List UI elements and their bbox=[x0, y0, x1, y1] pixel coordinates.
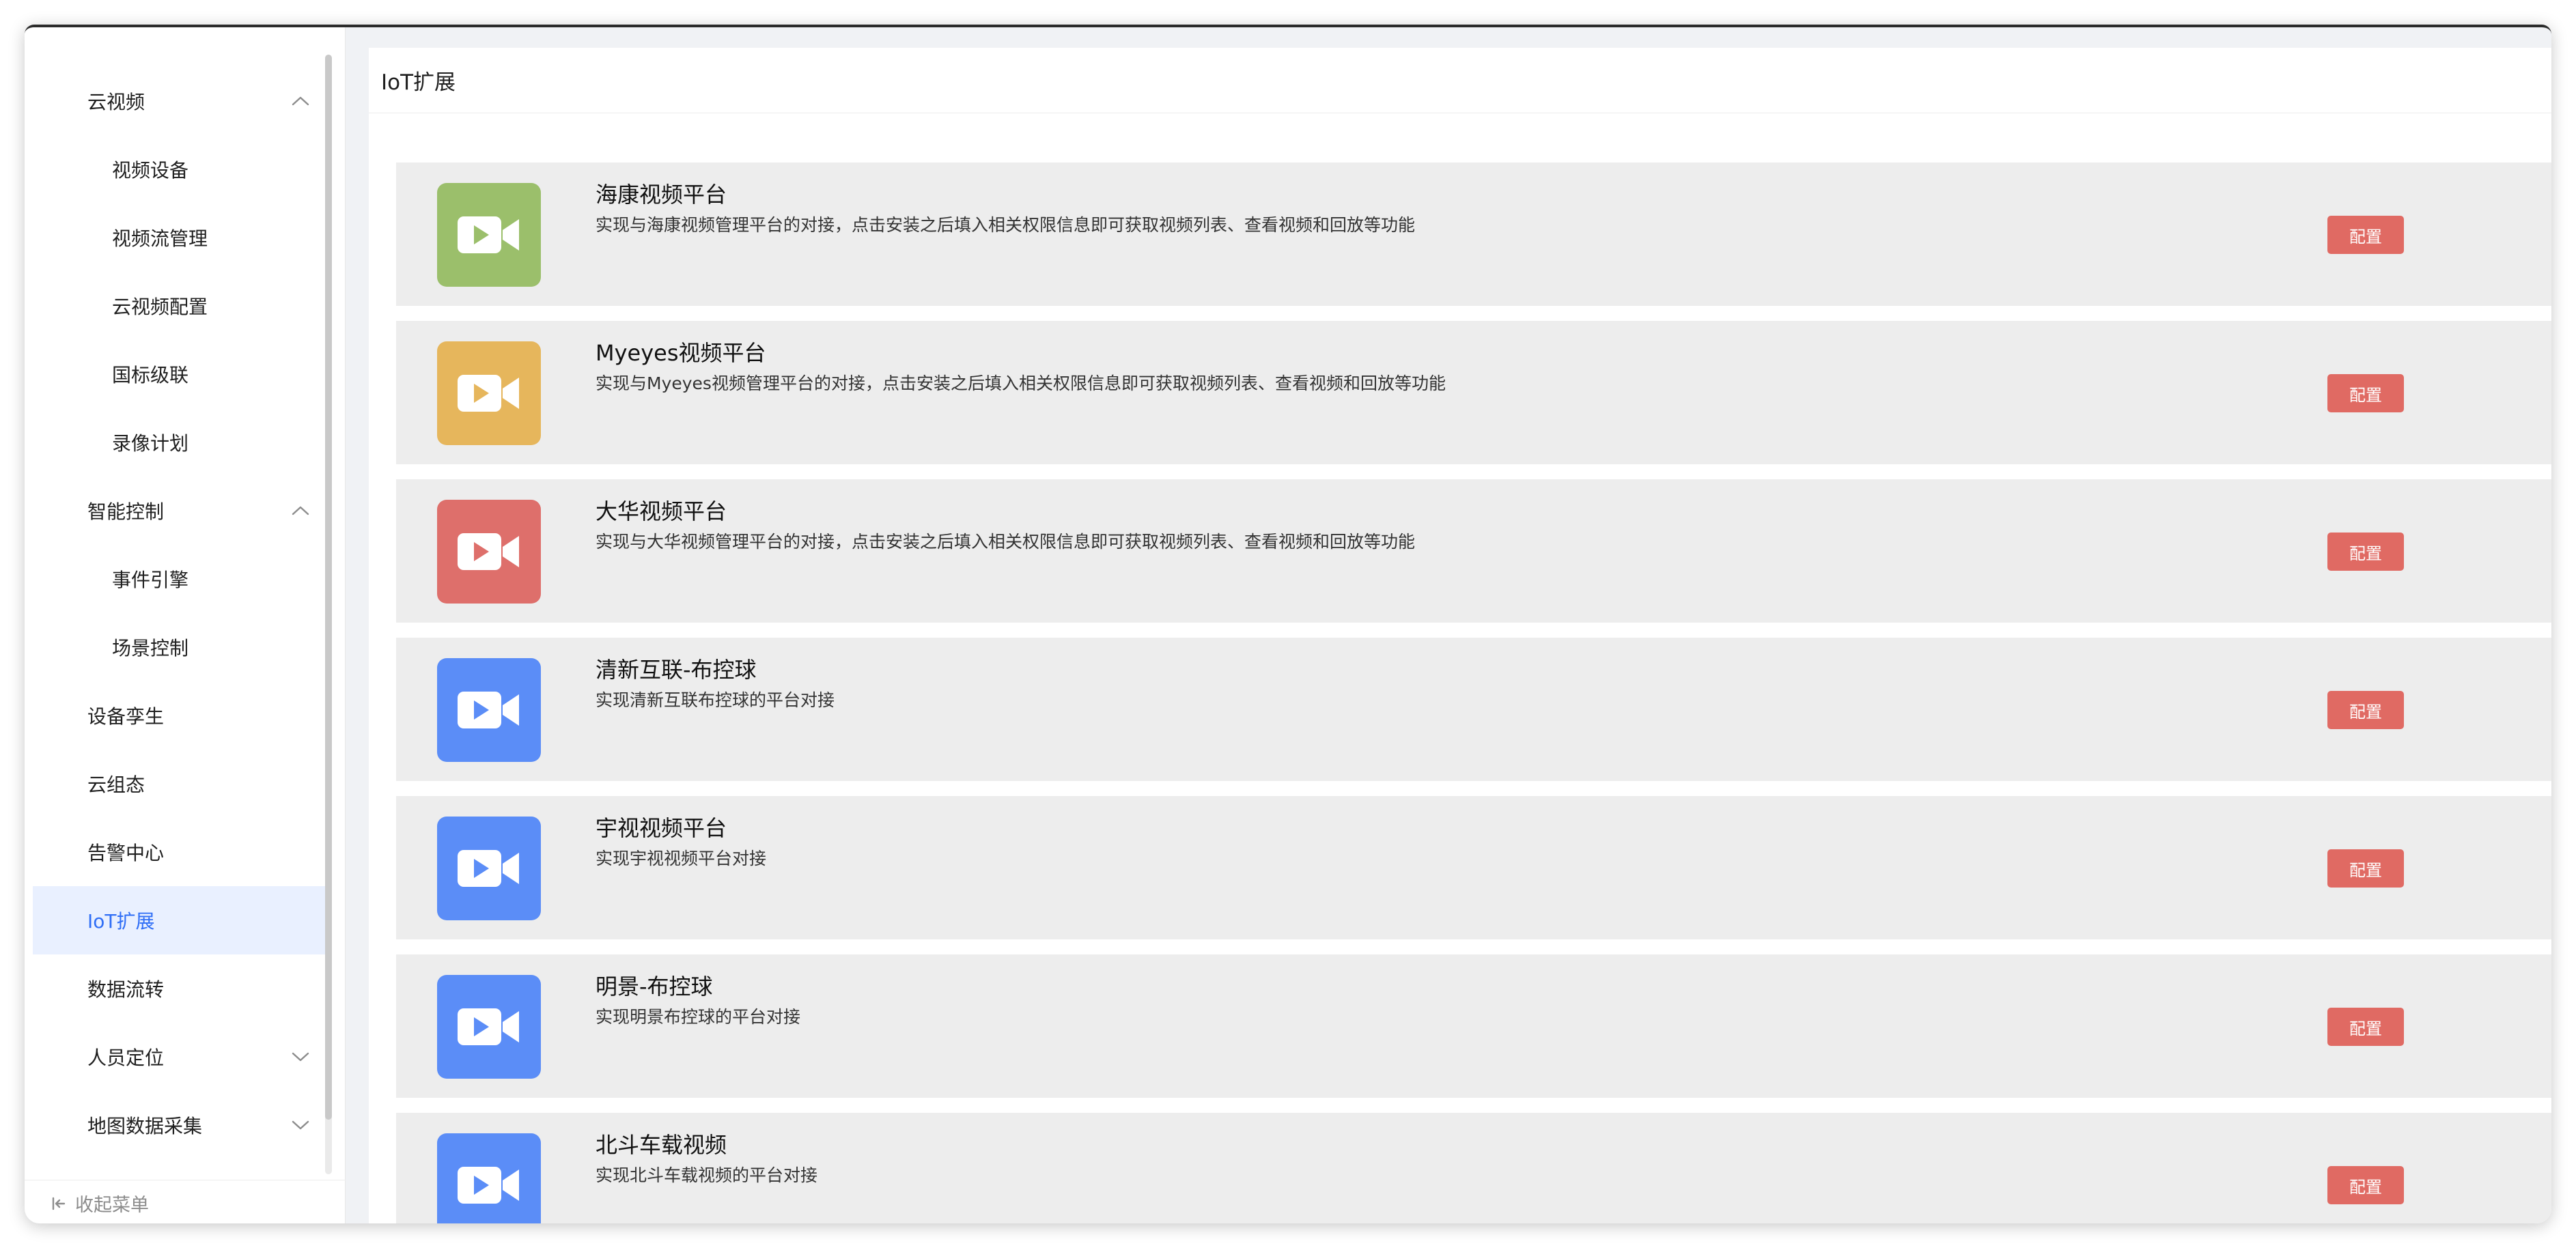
config-button[interactable]: 配置 bbox=[2327, 533, 2404, 571]
sidebar-item-8[interactable]: 场景控制 bbox=[33, 613, 328, 681]
sidebar-item-label: 视频流管理 bbox=[112, 227, 208, 250]
extension-title: 明景-布控球 bbox=[596, 974, 713, 999]
sidebar-item-label: 人员定位 bbox=[87, 1047, 165, 1069]
sidebar-item-11[interactable]: 告警中心 bbox=[33, 818, 328, 886]
sidebar-item-6[interactable]: 智能控制 bbox=[33, 477, 328, 545]
sidebar-item-3[interactable]: 云视频配置 bbox=[33, 272, 328, 340]
page-title: IoT扩展 bbox=[369, 48, 2551, 113]
chevron-down-icon[interactable] bbox=[290, 1050, 311, 1064]
extension-description: 实现清新互联布控球的平台对接 bbox=[596, 690, 835, 710]
extension-title: 大华视频平台 bbox=[596, 498, 727, 524]
chevron-up-icon[interactable] bbox=[290, 504, 311, 517]
extension-card: Myeyes视频平台实现与Myeyes视频管理平台的对接，点击安装之后填入相关权… bbox=[396, 321, 2551, 464]
collapse-icon bbox=[52, 1197, 66, 1210]
video-camera-icon bbox=[437, 183, 541, 287]
app-window: 云视频视频设备视频流管理云视频配置国标级联录像计划智能控制事件引擎场景控制设备孪… bbox=[25, 25, 2551, 1223]
sidebar-item-label: 智能控制 bbox=[87, 500, 165, 523]
config-button[interactable]: 配置 bbox=[2327, 691, 2404, 729]
extension-description: 实现与大华视频管理平台的对接，点击安装之后填入相关权限信息即可获取视频列表、查看… bbox=[596, 532, 1416, 552]
sidebar-item-13[interactable]: 数据流转 bbox=[33, 954, 328, 1023]
sidebar-item-label: 云视频 bbox=[87, 91, 145, 113]
video-camera-icon bbox=[437, 975, 541, 1079]
sidebar-item-label: 云组态 bbox=[87, 774, 145, 796]
sidebar-item-12[interactable]: IoT扩展 bbox=[33, 886, 328, 954]
extension-card: 大华视频平台实现与大华视频管理平台的对接，点击安装之后填入相关权限信息即可获取视… bbox=[396, 479, 2551, 623]
sidebar-item-0[interactable]: 云视频 bbox=[33, 67, 328, 135]
config-button[interactable]: 配置 bbox=[2327, 374, 2404, 412]
sidebar-item-5[interactable]: 录像计划 bbox=[33, 408, 328, 477]
config-button[interactable]: 配置 bbox=[2327, 1166, 2404, 1204]
sidebar-item-15[interactable]: 地图数据采集 bbox=[33, 1091, 328, 1159]
sidebar-item-1[interactable]: 视频设备 bbox=[33, 135, 328, 203]
extension-title: 清新互联-布控球 bbox=[596, 657, 757, 683]
config-button[interactable]: 配置 bbox=[2327, 849, 2404, 888]
sidebar-item-label: 场景控制 bbox=[112, 637, 189, 660]
video-camera-icon bbox=[437, 341, 541, 445]
sidebar-menu: 云视频视频设备视频流管理云视频配置国标级联录像计划智能控制事件引擎场景控制设备孪… bbox=[25, 27, 328, 1180]
config-button[interactable]: 配置 bbox=[2327, 216, 2404, 254]
sidebar-item-14[interactable]: 人员定位 bbox=[33, 1023, 328, 1091]
sidebar-item-label: 国标级联 bbox=[112, 364, 189, 386]
sidebar-item-label: 地图数据采集 bbox=[87, 1115, 203, 1137]
sidebar-item-label: 告警中心 bbox=[87, 842, 165, 864]
video-camera-icon bbox=[437, 1133, 541, 1223]
sidebar-scrollbar-thumb[interactable] bbox=[325, 55, 332, 1120]
chevron-up-icon[interactable] bbox=[290, 94, 311, 108]
extension-description: 实现北斗车载视频的平台对接 bbox=[596, 1165, 818, 1185]
sidebar-scrollbar[interactable] bbox=[325, 55, 332, 1174]
sidebar-item-label: 云视频配置 bbox=[112, 296, 208, 318]
video-camera-icon bbox=[437, 817, 541, 920]
collapse-menu-label: 收起菜单 bbox=[75, 1195, 149, 1216]
sidebar-item-label: IoT扩展 bbox=[87, 910, 155, 933]
extension-description: 实现与海康视频管理平台的对接，点击安装之后填入相关权限信息即可获取视频列表、查看… bbox=[596, 215, 1416, 235]
sidebar: 云视频视频设备视频流管理云视频配置国标级联录像计划智能控制事件引擎场景控制设备孪… bbox=[25, 27, 346, 1223]
config-button[interactable]: 配置 bbox=[2327, 1008, 2404, 1046]
extension-card: 明景-布控球实现明景布控球的平台对接 配置 bbox=[396, 954, 2551, 1098]
extension-description: 实现明景布控球的平台对接 bbox=[596, 1007, 801, 1027]
sidebar-item-label: 事件引擎 bbox=[112, 569, 189, 591]
extension-title: Myeyes视频平台 bbox=[596, 340, 766, 366]
sidebar-item-9[interactable]: 设备孪生 bbox=[33, 681, 328, 750]
extension-card: 北斗车载视频实现北斗车载视频的平台对接 配置 bbox=[396, 1113, 2551, 1223]
video-camera-icon bbox=[437, 658, 541, 762]
extension-card: 清新互联-布控球实现清新互联布控球的平台对接 配置 bbox=[396, 638, 2551, 781]
chevron-down-icon[interactable] bbox=[290, 1118, 311, 1132]
extension-title: 北斗车载视频 bbox=[596, 1132, 727, 1158]
main-content: IoT扩展 海康视频平台实现与海康视频管理平台的对接，点击安装之后填入相关权限信… bbox=[369, 48, 2551, 1223]
collapse-menu-button[interactable]: 收起菜单 bbox=[25, 1180, 346, 1223]
extension-title: 宇视视频平台 bbox=[596, 815, 727, 841]
extension-card: 海康视频平台实现与海康视频管理平台的对接，点击安装之后填入相关权限信息即可获取视… bbox=[396, 162, 2551, 306]
sidebar-item-2[interactable]: 视频流管理 bbox=[33, 203, 328, 272]
sidebar-item-label: 录像计划 bbox=[112, 432, 189, 455]
extension-title: 海康视频平台 bbox=[596, 182, 727, 208]
sidebar-item-7[interactable]: 事件引擎 bbox=[33, 545, 328, 613]
sidebar-item-label: 数据流转 bbox=[87, 978, 165, 1001]
sidebar-item-10[interactable]: 云组态 bbox=[33, 750, 328, 818]
sidebar-item-label: 设备孪生 bbox=[87, 705, 165, 728]
video-camera-icon bbox=[437, 500, 541, 604]
extension-description: 实现与Myeyes视频管理平台的对接，点击安装之后填入相关权限信息即可获取视频列… bbox=[596, 373, 1446, 393]
sidebar-item-4[interactable]: 国标级联 bbox=[33, 340, 328, 408]
extension-card: 宇视视频平台实现宇视视频平台对接 配置 bbox=[396, 796, 2551, 939]
sidebar-item-label: 视频设备 bbox=[112, 159, 189, 182]
extension-description: 实现宇视视频平台对接 bbox=[596, 849, 767, 868]
